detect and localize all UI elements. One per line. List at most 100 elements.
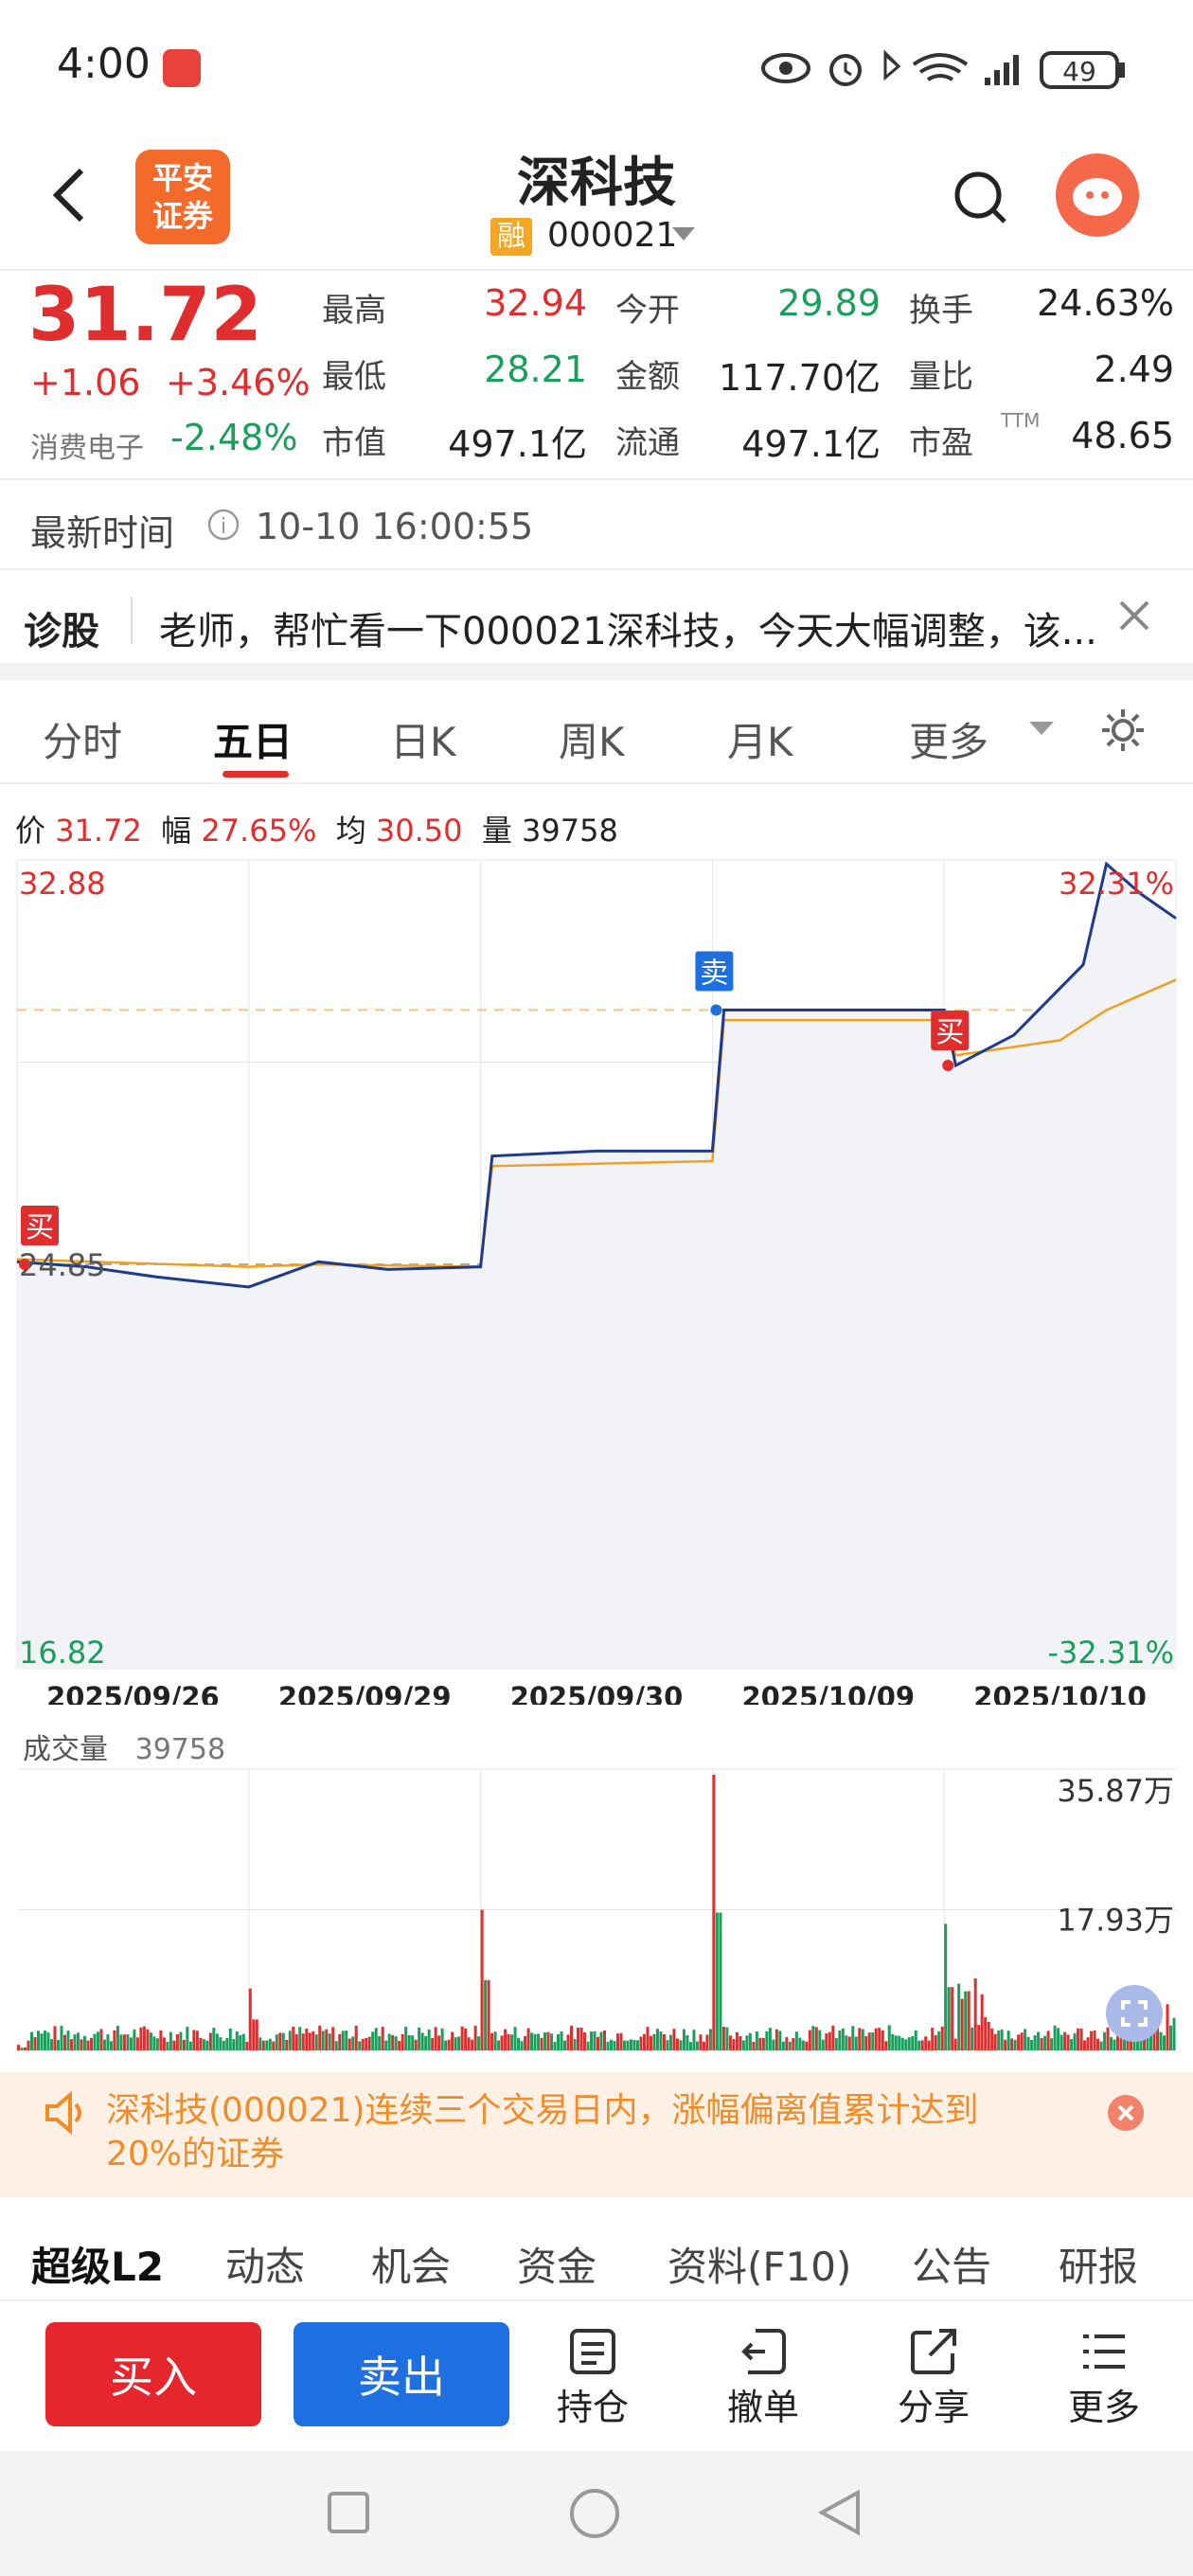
- sector-name[interactable]: 消费电子: [30, 424, 144, 466]
- search-icon[interactable]: [952, 169, 1008, 229]
- volume-bar: [987, 2021, 990, 2050]
- share-button[interactable]: 分享: [890, 2325, 977, 2430]
- chart-tab[interactable]: 月K: [727, 710, 793, 768]
- info-tab[interactable]: 资金: [517, 2235, 596, 2293]
- volume-bar: [434, 2027, 437, 2050]
- volume-bar: [401, 2033, 404, 2050]
- volume-bar: [557, 2033, 561, 2050]
- volume-bar: [728, 2035, 732, 2050]
- volume-bar: [86, 2040, 90, 2050]
- volume-bar: [175, 2033, 179, 2050]
- volume-bar: [60, 2026, 63, 2050]
- volume-bar: [947, 1987, 951, 2050]
- volume-bar: [182, 2039, 186, 2050]
- chart-tab[interactable]: 更多: [909, 710, 988, 768]
- volume-bar: [801, 2040, 805, 2050]
- volume-bar: [864, 2035, 868, 2050]
- back-nav-icon[interactable]: [816, 2489, 864, 2540]
- volume-bar: [635, 2040, 639, 2050]
- buy-button[interactable]: 买入: [45, 2322, 261, 2426]
- volume-bar: [712, 1774, 716, 2050]
- settings-gear-icon[interactable]: [1098, 706, 1148, 759]
- volume-bar: [500, 2035, 504, 2050]
- x-tick-label: 2025/10/10: [973, 1681, 1147, 1705]
- volume-bar: [682, 2029, 686, 2050]
- volume-bar: [520, 2041, 524, 2050]
- volume-bar: [524, 2035, 527, 2050]
- volume-bar: [765, 2030, 769, 2050]
- volume-bar: [606, 2041, 610, 2050]
- more-dropdown-icon[interactable]: [1027, 720, 1056, 742]
- recent-apps-icon[interactable]: [327, 2491, 370, 2538]
- info-tab[interactable]: 动态: [225, 2235, 305, 2293]
- volume-bar: [341, 2030, 345, 2050]
- volume-bar: [834, 2038, 838, 2050]
- volume-bar: [318, 2025, 322, 2050]
- close-icon[interactable]: [1115, 597, 1153, 638]
- volume-bar: [411, 2035, 415, 2050]
- five-day-price-chart[interactable]: 32.88 16.82 24.85 32.31% -32.31% 2025/09/26 20…: [0, 852, 1193, 1705]
- volume-bar: [116, 2026, 119, 2050]
- trade-marker-label: 买: [26, 1211, 54, 1244]
- volume-bar: [133, 2029, 136, 2050]
- chart-tab[interactable]: 日K: [390, 710, 456, 768]
- volume-bar: [602, 2030, 606, 2050]
- volume-bar: [566, 2034, 570, 2050]
- volume-bar: [699, 2034, 703, 2050]
- volume-bar: [33, 2037, 37, 2050]
- eye-icon: [761, 53, 810, 83]
- code-dropdown-icon[interactable]: [672, 227, 695, 246]
- volume-bar: [878, 2028, 881, 2050]
- volume-bar: [1033, 2034, 1037, 2050]
- volume-bar: [129, 2037, 133, 2050]
- volume-bar: [854, 2036, 858, 2050]
- volume-bar: [208, 2032, 212, 2050]
- volume-bar: [967, 1991, 970, 2050]
- home-icon[interactable]: [568, 2487, 621, 2544]
- volume-bar: [702, 2041, 705, 2050]
- notice-close-icon[interactable]: [1108, 2095, 1144, 2131]
- assistant-avatar[interactable]: [1056, 153, 1139, 237]
- volume-bar: [135, 2037, 139, 2050]
- volume-bar: [825, 2033, 828, 2050]
- chart-tab[interactable]: 五日: [213, 710, 293, 768]
- info-tab[interactable]: 研报: [1059, 2235, 1138, 2293]
- volume-bar: [725, 2027, 729, 2050]
- info-tab[interactable]: 机会: [371, 2235, 451, 2293]
- stock-code[interactable]: 000021: [547, 216, 677, 255]
- volume-bar: [487, 1979, 490, 2050]
- volume-bar: [301, 2033, 305, 2050]
- average-value: 30.50: [375, 813, 463, 849]
- chart-tab[interactable]: 分时: [43, 710, 122, 768]
- volume-bar: [510, 2034, 514, 2050]
- volume-bar: [904, 2039, 908, 2050]
- info-tab[interactable]: 公告: [912, 2235, 991, 2293]
- chart-tab[interactable]: 周K: [559, 710, 625, 768]
- volume-bar: [338, 2033, 342, 2050]
- volume-bar: [798, 2037, 802, 2050]
- info-icon[interactable]: i: [206, 508, 240, 546]
- volume-bar: [613, 2041, 616, 2050]
- volume-bar: [275, 2034, 278, 2050]
- quote-field-value: 28.21: [484, 349, 587, 390]
- sell-button[interactable]: 卖出: [294, 2322, 509, 2426]
- diagnosis-label: 诊股: [24, 610, 99, 653]
- fullscreen-icon[interactable]: [1106, 1985, 1163, 2042]
- info-tab[interactable]: 超级L2: [31, 2235, 164, 2293]
- info-tab[interactable]: 资料(F10): [668, 2235, 851, 2293]
- volume-bar: [424, 2035, 428, 2050]
- volume-bar: [1040, 2038, 1043, 2050]
- volume-bar: [17, 2045, 20, 2050]
- positions-button[interactable]: 持仓: [549, 2325, 636, 2430]
- back-icon[interactable]: [45, 161, 93, 231]
- volume-bar: [831, 2025, 835, 2050]
- volume-bar: [331, 2027, 335, 2050]
- volume-bar: [741, 2040, 745, 2050]
- more-button[interactable]: 更多: [1060, 2325, 1148, 2430]
- notice-text: 深科技(000021)连续三个交易日内，涨幅偏离值累计达到20%的证券: [106, 2091, 979, 2174]
- volume-bar: [543, 2031, 547, 2050]
- volume-bar: [626, 2040, 630, 2050]
- cancel-order-button[interactable]: 撤单: [720, 2325, 807, 2430]
- volume-chart[interactable]: 35.87万 17.93万: [0, 1762, 1193, 2060]
- diagnosis-text[interactable]: 老师，帮忙看一下000021深科技，今天大幅调整，该...: [159, 600, 1106, 655]
